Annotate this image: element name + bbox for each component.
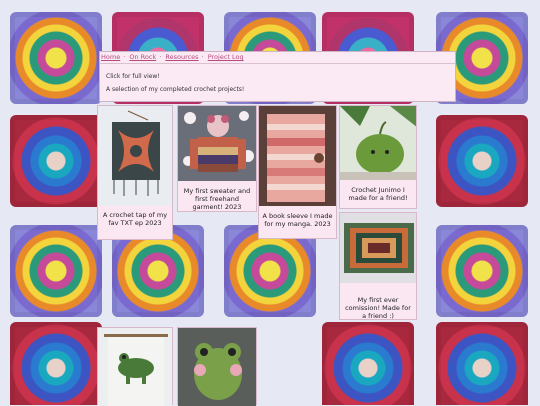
header-panel: Home · On Rock · Resources · Project Log Cl… [99,51,456,102]
frog-plush-photo[interactable] [178,328,256,406]
nav-bar: Home · On Rock · Resources · Project Log [101,53,244,61]
gallery-caption: Crochet Junimo I made for a friend! [348,186,408,202]
nav-on-rock-link[interactable]: On Rock [129,53,156,61]
sweater-photo[interactable] [178,106,256,181]
frog-tapestry-photo[interactable] [98,328,172,406]
gallery-card[interactable]: My first ever comission! Made for a frie… [339,212,417,320]
nav-resources-link[interactable]: Resources [165,53,198,61]
gallery-card[interactable]: Crochet Junimo I made for a friend! [339,105,417,209]
book-sleeve-photo[interactable] [259,106,336,206]
tapestry-photo[interactable] [98,106,172,206]
gallery-card[interactable]: A crochet tap of my fav TXT ep 2023 [97,105,173,240]
gallery-card[interactable] [177,327,257,406]
junimo-photo[interactable] [340,106,416,180]
nav-home-link[interactable]: Home [101,53,120,61]
gallery-caption: A book sleeve I made for my manga. 2023 [262,212,333,228]
gallery-caption: My first sweater and first freehand garm… [183,187,251,211]
gallery-caption: A crochet tap of my fav TXT ep 2023 [102,211,168,227]
gallery-card[interactable]: My first sweater and first freehand garm… [177,105,257,212]
gallery-description: A selection of my completed crochet proj… [106,86,245,93]
gallery-card[interactable]: A book sleeve I made for my manga. 2023 [258,105,337,239]
nav-divider [100,63,455,64]
full-view-hint: Click for full view! [106,73,160,80]
nav-project-log-link[interactable]: Project Log [208,53,244,61]
gallery-caption: My first ever comission! Made for a frie… [345,296,411,320]
blanket-photo[interactable] [340,213,416,283]
gallery-card[interactable] [97,327,173,406]
